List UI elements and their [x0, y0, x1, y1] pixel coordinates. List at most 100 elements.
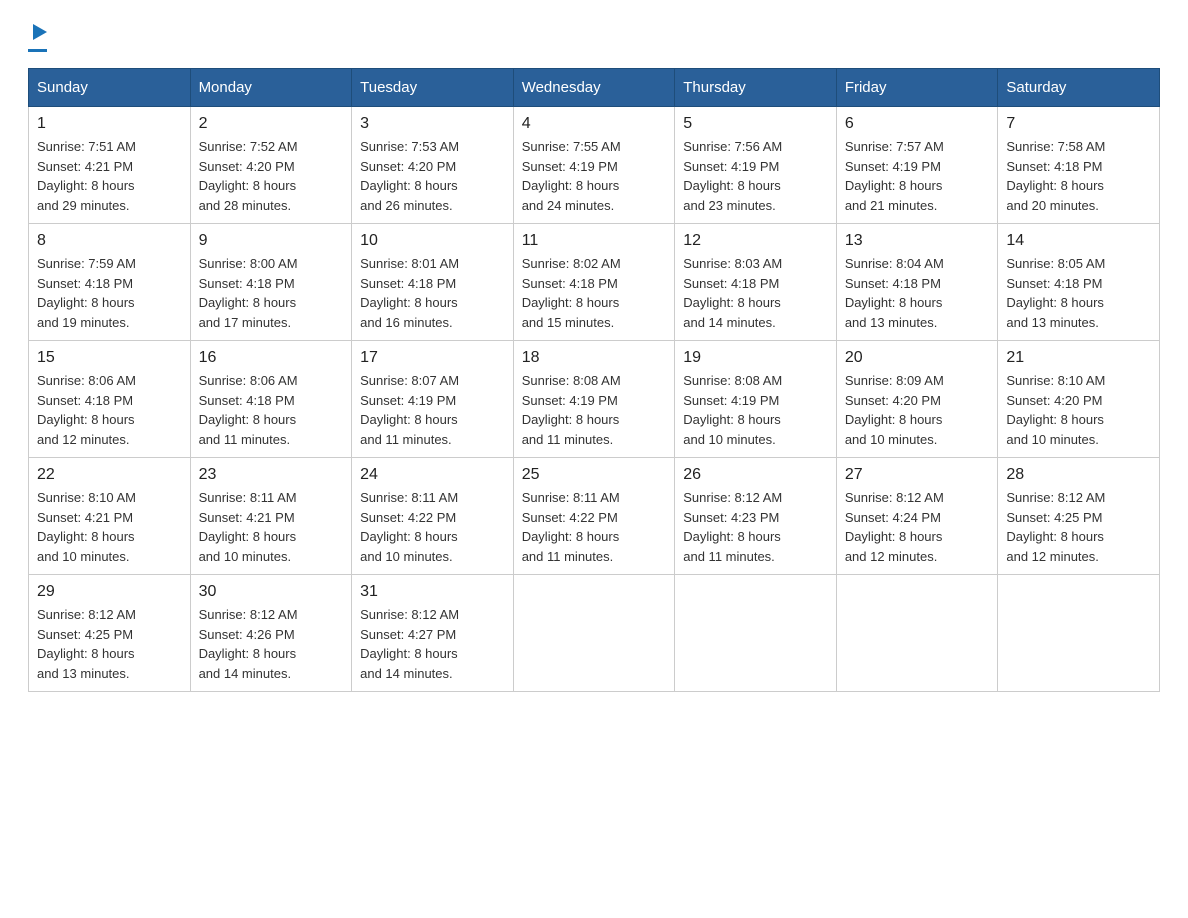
- calendar-day-cell: 6 Sunrise: 7:57 AMSunset: 4:19 PMDayligh…: [836, 107, 998, 224]
- page-header: [28, 24, 1160, 52]
- calendar-day-cell: 19 Sunrise: 8:08 AMSunset: 4:19 PMDaylig…: [675, 341, 837, 458]
- calendar-day-cell: 25 Sunrise: 8:11 AMSunset: 4:22 PMDaylig…: [513, 458, 675, 575]
- calendar-day-cell: 29 Sunrise: 8:12 AMSunset: 4:25 PMDaylig…: [29, 575, 191, 692]
- day-number: 17: [360, 349, 505, 367]
- day-number: 24: [360, 466, 505, 484]
- day-number: 25: [522, 466, 667, 484]
- day-number: 30: [199, 583, 344, 601]
- day-info: Sunrise: 8:12 AMSunset: 4:25 PMDaylight:…: [37, 607, 136, 681]
- day-info: Sunrise: 8:08 AMSunset: 4:19 PMDaylight:…: [683, 373, 782, 447]
- calendar-day-cell: 14 Sunrise: 8:05 AMSunset: 4:18 PMDaylig…: [998, 224, 1160, 341]
- day-number: 3: [360, 115, 505, 133]
- day-info: Sunrise: 8:12 AMSunset: 4:23 PMDaylight:…: [683, 490, 782, 564]
- calendar-day-cell: 17 Sunrise: 8:07 AMSunset: 4:19 PMDaylig…: [352, 341, 514, 458]
- day-number: 11: [522, 232, 667, 250]
- calendar-week-row: 15 Sunrise: 8:06 AMSunset: 4:18 PMDaylig…: [29, 341, 1160, 458]
- day-info: Sunrise: 8:11 AMSunset: 4:22 PMDaylight:…: [522, 490, 620, 564]
- calendar-day-cell: [836, 575, 998, 692]
- day-number: 29: [37, 583, 182, 601]
- day-number: 13: [845, 232, 990, 250]
- calendar-day-cell: 10 Sunrise: 8:01 AMSunset: 4:18 PMDaylig…: [352, 224, 514, 341]
- calendar-day-cell: 16 Sunrise: 8:06 AMSunset: 4:18 PMDaylig…: [190, 341, 352, 458]
- calendar-day-cell: 3 Sunrise: 7:53 AMSunset: 4:20 PMDayligh…: [352, 107, 514, 224]
- calendar-week-row: 29 Sunrise: 8:12 AMSunset: 4:25 PMDaylig…: [29, 575, 1160, 692]
- day-number: 4: [522, 115, 667, 133]
- calendar-day-cell: 9 Sunrise: 8:00 AMSunset: 4:18 PMDayligh…: [190, 224, 352, 341]
- calendar-week-row: 8 Sunrise: 7:59 AMSunset: 4:18 PMDayligh…: [29, 224, 1160, 341]
- day-info: Sunrise: 8:12 AMSunset: 4:26 PMDaylight:…: [199, 607, 298, 681]
- day-number: 31: [360, 583, 505, 601]
- day-of-week-header: Wednesday: [513, 69, 675, 107]
- day-number: 19: [683, 349, 828, 367]
- day-number: 5: [683, 115, 828, 133]
- calendar-table: SundayMondayTuesdayWednesdayThursdayFrid…: [28, 68, 1160, 692]
- day-info: Sunrise: 8:08 AMSunset: 4:19 PMDaylight:…: [522, 373, 621, 447]
- day-number: 28: [1006, 466, 1151, 484]
- calendar-day-cell: 28 Sunrise: 8:12 AMSunset: 4:25 PMDaylig…: [998, 458, 1160, 575]
- day-number: 1: [37, 115, 182, 133]
- day-number: 21: [1006, 349, 1151, 367]
- day-number: 20: [845, 349, 990, 367]
- day-info: Sunrise: 8:12 AMSunset: 4:25 PMDaylight:…: [1006, 490, 1105, 564]
- day-of-week-header: Thursday: [675, 69, 837, 107]
- day-info: Sunrise: 8:06 AMSunset: 4:18 PMDaylight:…: [199, 373, 298, 447]
- calendar-day-cell: 5 Sunrise: 7:56 AMSunset: 4:19 PMDayligh…: [675, 107, 837, 224]
- day-info: Sunrise: 8:06 AMSunset: 4:18 PMDaylight:…: [37, 373, 136, 447]
- day-info: Sunrise: 7:58 AMSunset: 4:18 PMDaylight:…: [1006, 139, 1105, 213]
- day-of-week-header: Saturday: [998, 69, 1160, 107]
- calendar-day-cell: 20 Sunrise: 8:09 AMSunset: 4:20 PMDaylig…: [836, 341, 998, 458]
- logo-arrow-icon: [33, 24, 47, 45]
- day-info: Sunrise: 7:55 AMSunset: 4:19 PMDaylight:…: [522, 139, 621, 213]
- day-info: Sunrise: 8:11 AMSunset: 4:21 PMDaylight:…: [199, 490, 297, 564]
- day-number: 8: [37, 232, 182, 250]
- calendar-day-cell: 8 Sunrise: 7:59 AMSunset: 4:18 PMDayligh…: [29, 224, 191, 341]
- day-number: 27: [845, 466, 990, 484]
- day-info: Sunrise: 8:02 AMSunset: 4:18 PMDaylight:…: [522, 256, 621, 330]
- calendar-day-cell: 15 Sunrise: 8:06 AMSunset: 4:18 PMDaylig…: [29, 341, 191, 458]
- day-number: 9: [199, 232, 344, 250]
- day-number: 16: [199, 349, 344, 367]
- day-number: 15: [37, 349, 182, 367]
- calendar-day-cell: 30 Sunrise: 8:12 AMSunset: 4:26 PMDaylig…: [190, 575, 352, 692]
- calendar-day-cell: 4 Sunrise: 7:55 AMSunset: 4:19 PMDayligh…: [513, 107, 675, 224]
- calendar-day-cell: [998, 575, 1160, 692]
- day-info: Sunrise: 7:52 AMSunset: 4:20 PMDaylight:…: [199, 139, 298, 213]
- day-number: 23: [199, 466, 344, 484]
- day-number: 2: [199, 115, 344, 133]
- calendar-day-cell: [675, 575, 837, 692]
- calendar-week-row: 22 Sunrise: 8:10 AMSunset: 4:21 PMDaylig…: [29, 458, 1160, 575]
- logo: [28, 24, 47, 52]
- day-info: Sunrise: 7:53 AMSunset: 4:20 PMDaylight:…: [360, 139, 459, 213]
- day-of-week-header: Sunday: [29, 69, 191, 107]
- day-info: Sunrise: 8:04 AMSunset: 4:18 PMDaylight:…: [845, 256, 944, 330]
- day-info: Sunrise: 8:09 AMSunset: 4:20 PMDaylight:…: [845, 373, 944, 447]
- calendar-header-row: SundayMondayTuesdayWednesdayThursdayFrid…: [29, 69, 1160, 107]
- day-number: 14: [1006, 232, 1151, 250]
- day-info: Sunrise: 8:12 AMSunset: 4:24 PMDaylight:…: [845, 490, 944, 564]
- day-info: Sunrise: 8:05 AMSunset: 4:18 PMDaylight:…: [1006, 256, 1105, 330]
- calendar-day-cell: 11 Sunrise: 8:02 AMSunset: 4:18 PMDaylig…: [513, 224, 675, 341]
- calendar-day-cell: 27 Sunrise: 8:12 AMSunset: 4:24 PMDaylig…: [836, 458, 998, 575]
- day-info: Sunrise: 8:00 AMSunset: 4:18 PMDaylight:…: [199, 256, 298, 330]
- calendar-day-cell: 18 Sunrise: 8:08 AMSunset: 4:19 PMDaylig…: [513, 341, 675, 458]
- day-number: 7: [1006, 115, 1151, 133]
- day-info: Sunrise: 7:51 AMSunset: 4:21 PMDaylight:…: [37, 139, 136, 213]
- calendar-day-cell: 24 Sunrise: 8:11 AMSunset: 4:22 PMDaylig…: [352, 458, 514, 575]
- calendar-day-cell: 21 Sunrise: 8:10 AMSunset: 4:20 PMDaylig…: [998, 341, 1160, 458]
- calendar-week-row: 1 Sunrise: 7:51 AMSunset: 4:21 PMDayligh…: [29, 107, 1160, 224]
- calendar-day-cell: 31 Sunrise: 8:12 AMSunset: 4:27 PMDaylig…: [352, 575, 514, 692]
- calendar-day-cell: 23 Sunrise: 8:11 AMSunset: 4:21 PMDaylig…: [190, 458, 352, 575]
- day-info: Sunrise: 8:10 AMSunset: 4:21 PMDaylight:…: [37, 490, 136, 564]
- day-number: 12: [683, 232, 828, 250]
- day-info: Sunrise: 7:56 AMSunset: 4:19 PMDaylight:…: [683, 139, 782, 213]
- calendar-day-cell: 26 Sunrise: 8:12 AMSunset: 4:23 PMDaylig…: [675, 458, 837, 575]
- day-info: Sunrise: 8:03 AMSunset: 4:18 PMDaylight:…: [683, 256, 782, 330]
- calendar-day-cell: 13 Sunrise: 8:04 AMSunset: 4:18 PMDaylig…: [836, 224, 998, 341]
- calendar-day-cell: 12 Sunrise: 8:03 AMSunset: 4:18 PMDaylig…: [675, 224, 837, 341]
- day-number: 6: [845, 115, 990, 133]
- day-number: 26: [683, 466, 828, 484]
- day-info: Sunrise: 8:07 AMSunset: 4:19 PMDaylight:…: [360, 373, 459, 447]
- day-info: Sunrise: 8:10 AMSunset: 4:20 PMDaylight:…: [1006, 373, 1105, 447]
- calendar-day-cell: [513, 575, 675, 692]
- calendar-day-cell: 22 Sunrise: 8:10 AMSunset: 4:21 PMDaylig…: [29, 458, 191, 575]
